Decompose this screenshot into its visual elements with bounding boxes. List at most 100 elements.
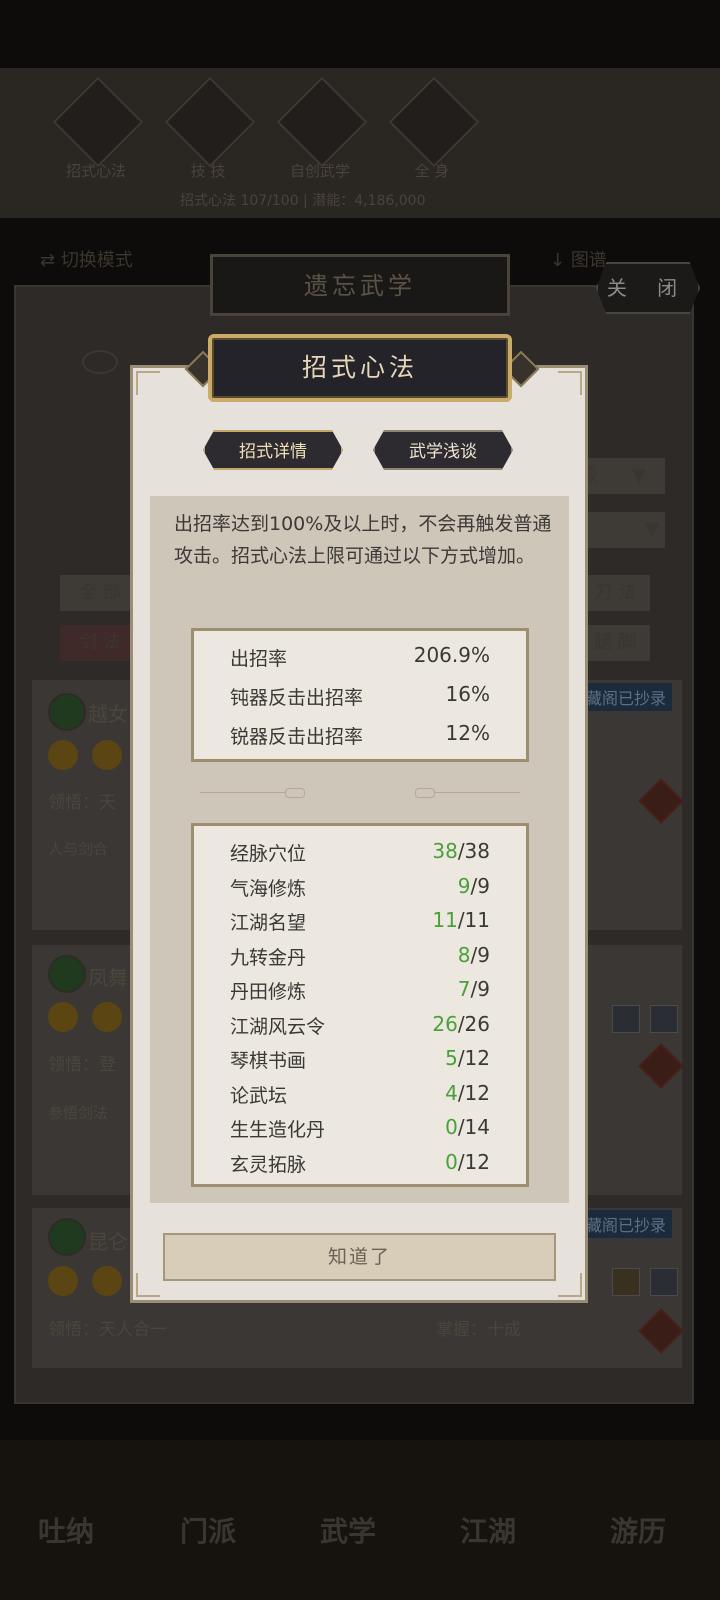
divider-ornament	[285, 788, 305, 798]
rate-label: 锐器反击出招率	[230, 726, 364, 748]
source-current: 8	[457, 942, 471, 967]
source-current: 38	[432, 839, 458, 863]
source-label: 江湖名望	[230, 912, 307, 934]
nav-jianghu[interactable]: 江湖	[460, 1510, 516, 1550]
rate-value: 16%	[445, 682, 490, 706]
skill-insight-3: 领悟：天人合一	[48, 1320, 167, 1340]
source-max: /12	[457, 1046, 490, 1070]
source-max: /9	[470, 977, 490, 1001]
eye-icon[interactable]	[82, 350, 118, 374]
meditate-icon	[388, 76, 480, 168]
rate-value: 206.9%	[413, 643, 490, 667]
feature-slot-2[interactable]: 技 技	[152, 76, 264, 190]
equip-icon[interactable]	[650, 1005, 678, 1033]
equip-icon[interactable]	[650, 1268, 678, 1296]
source-current: 0	[445, 1149, 458, 1174]
jade-icon	[48, 1218, 86, 1256]
chevron-down-icon: ▼	[632, 465, 646, 486]
atlas-label: 图谱	[570, 250, 607, 271]
star-icon	[48, 1002, 78, 1032]
source-label: 论武坛	[230, 1084, 288, 1107]
feature-slot-4[interactable]: 全 身	[376, 76, 488, 190]
source-current: 4	[445, 1080, 458, 1105]
tab-skill-detail[interactable]: 招式详情	[203, 430, 343, 470]
source-current: 9	[457, 873, 471, 898]
feature-slot-3[interactable]: 自创武学	[264, 76, 376, 190]
source-current: 0	[445, 1115, 458, 1139]
ok-button[interactable]: 知道了	[163, 1233, 556, 1281]
source-max: /14	[457, 1115, 490, 1139]
star-icon	[48, 1266, 78, 1296]
filter-all-tab[interactable]: 全 部	[60, 575, 140, 611]
chevron-down-icon: ▼	[645, 519, 665, 540]
source-value: 26/26	[380, 1012, 490, 1036]
grade-dropdown[interactable]: 级 ▼	[580, 458, 665, 494]
switch-mode-label: 切换模式	[60, 250, 133, 271]
source-max: /9	[470, 942, 490, 967]
source-value: 11/11	[380, 908, 490, 932]
source-value: 9/9	[380, 874, 490, 898]
source-current: 7	[457, 977, 471, 1001]
copied-badge: 藏阁已抄录	[580, 683, 673, 711]
divider	[435, 792, 520, 793]
corner-ornament	[558, 371, 582, 395]
corner-ornament	[558, 1273, 582, 1297]
source-value: 7/9	[380, 977, 490, 1001]
source-value: 8/9	[380, 943, 490, 967]
rate-label: 钝器反击出招率	[230, 687, 364, 709]
skill-name-3: 昆仑	[88, 1230, 128, 1254]
source-value: 38/38	[380, 839, 490, 863]
filter-blade-tab[interactable]: 刀 法	[580, 575, 650, 611]
feature-label-3: 自创武学	[289, 162, 350, 180]
top-feature-icons: 招式心法 技 技 自创武学 全 身	[40, 76, 720, 190]
equip-icon[interactable]	[612, 1268, 640, 1296]
source-value: 0/14	[380, 1115, 490, 1139]
filter-leg-tab[interactable]: 腿 脚	[580, 625, 650, 661]
scroll-icon	[276, 76, 368, 168]
divider-ornament	[415, 788, 435, 798]
source-label: 玄灵拓脉	[230, 1153, 307, 1176]
source-label: 九转金丹	[230, 946, 307, 969]
source-label: 气海修炼	[230, 877, 307, 900]
nav-sect[interactable]: 门派	[180, 1510, 236, 1550]
star-icon	[92, 740, 122, 770]
source-value: 4/12	[380, 1081, 490, 1105]
divider	[200, 792, 285, 793]
tab-martial-talk[interactable]: 武学浅谈	[373, 430, 513, 470]
skill-insight-1: 领悟：天	[48, 793, 116, 813]
type-dropdown[interactable]: ▼	[580, 512, 665, 548]
source-max: /38	[457, 839, 490, 863]
switch-mode-button[interactable]: ⇄ 切换模式	[40, 246, 160, 272]
jade-icon	[48, 693, 86, 731]
description-text: 出招率达到100%及以上时，不会再触发普通攻击。招式心法上限可通过以下方式增加。	[174, 513, 552, 567]
source-value: 5/12	[380, 1046, 490, 1070]
sword-icon	[52, 76, 144, 168]
feature-slot-1[interactable]: 招式心法	[40, 76, 152, 190]
source-label: 生生造化丹	[230, 1119, 326, 1141]
book-icon	[164, 76, 256, 168]
star-icon	[92, 1266, 122, 1296]
source-max: /11	[457, 908, 490, 932]
source-value: 0/12	[380, 1150, 490, 1174]
star-icon	[92, 1002, 122, 1032]
rate-label: 出招率	[230, 648, 288, 670]
skill-name-2: 凤舞	[88, 966, 128, 990]
modal-title: 招式心法	[301, 353, 418, 382]
source-current: 26	[432, 1011, 458, 1036]
forget-dialog-title: 遗忘武学	[304, 272, 416, 300]
nav-travel[interactable]: 游历	[610, 1510, 666, 1550]
feature-label-2: 技 技	[190, 162, 226, 180]
skill-name-1: 越女	[88, 702, 128, 726]
star-icon	[48, 740, 78, 770]
skill-stat-text: 招式心法 107/100 | 潜能：4,186,000	[180, 193, 426, 209]
source-label: 丹田修炼	[230, 981, 307, 1003]
skill-desc-1: 人与剑合	[48, 840, 109, 858]
filter-sword-tab[interactable]: 剑 法	[60, 625, 140, 661]
equip-icon[interactable]	[612, 1005, 640, 1033]
nav-martial[interactable]: 武学	[320, 1510, 376, 1550]
switch-icon: ⇄	[40, 250, 61, 271]
down-arrow-icon: ↓	[550, 250, 571, 271]
nav-breathe[interactable]: 吐纳	[38, 1510, 94, 1550]
source-max: /12	[457, 1149, 490, 1174]
close-button[interactable]: 关 闭	[596, 262, 700, 314]
